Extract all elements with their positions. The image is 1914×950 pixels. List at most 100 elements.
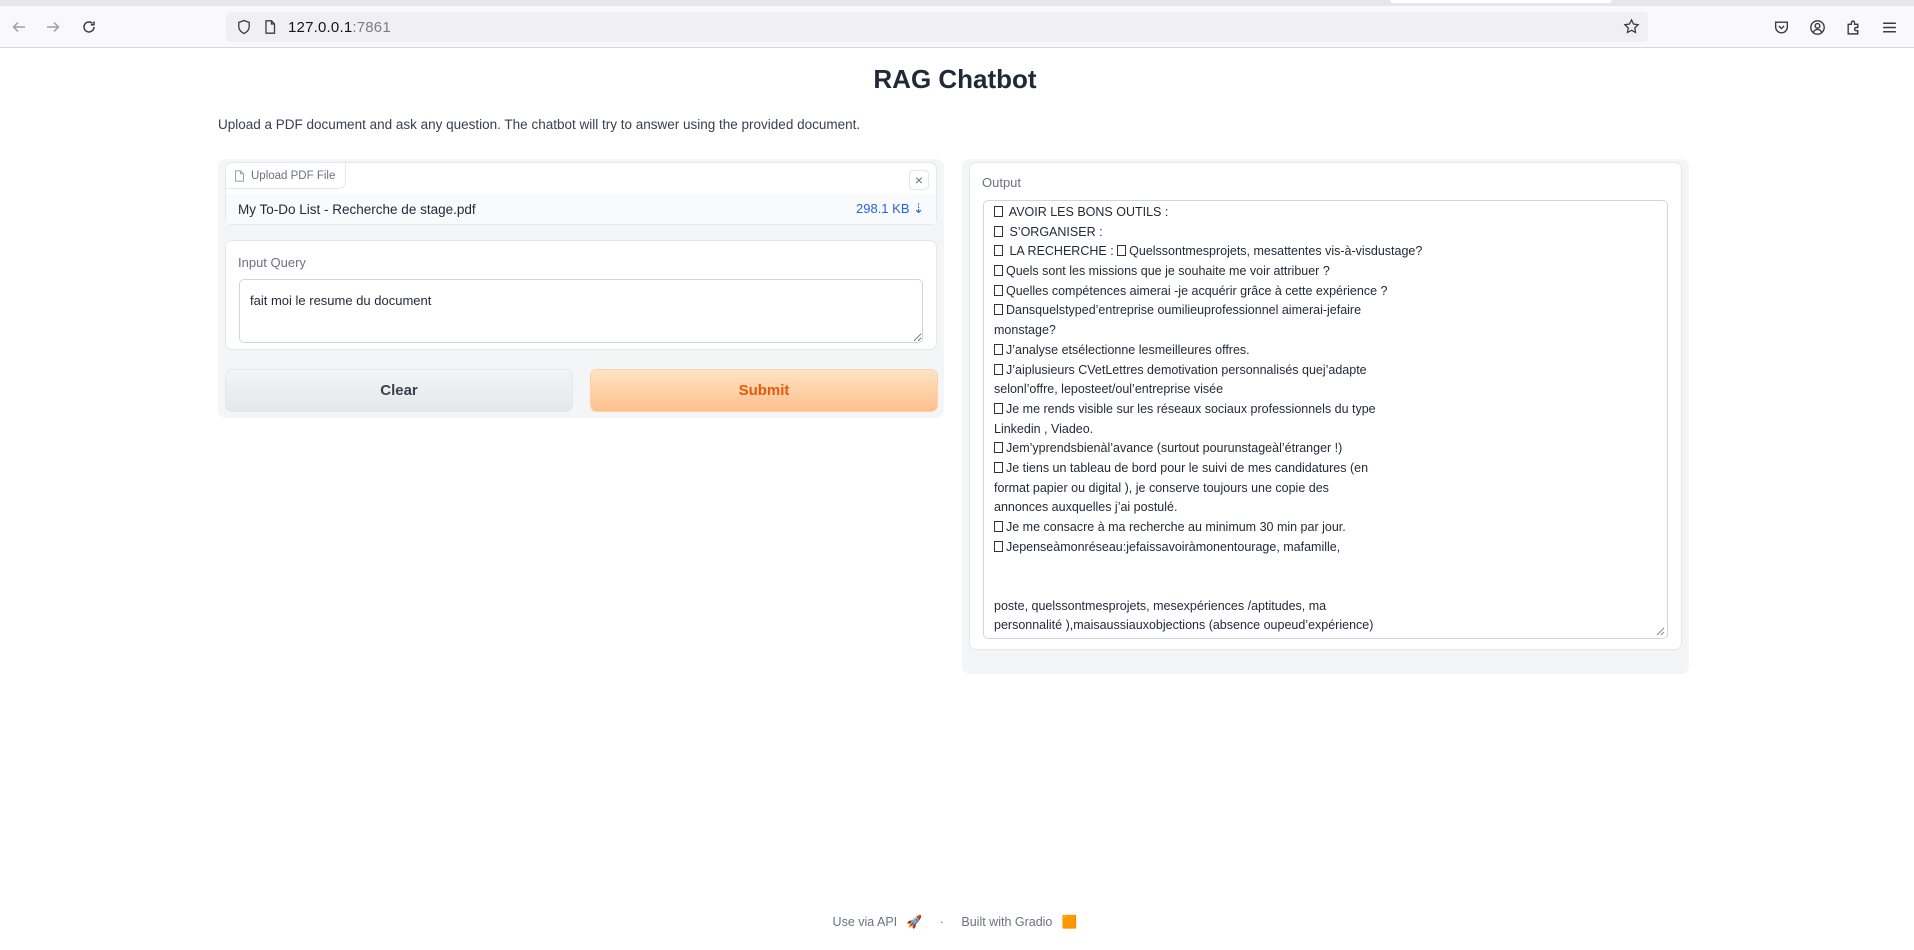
menu-hamburger-icon[interactable] xyxy=(1878,16,1900,38)
output-line: monstage? xyxy=(994,321,1657,341)
missing-glyph-icon xyxy=(994,442,1003,454)
file-download-link[interactable]: 298.1 KB ⇣ xyxy=(856,201,924,217)
output-line: Jem’yprendsbienàl’avance (surtout pourun… xyxy=(994,439,1657,459)
query-input[interactable] xyxy=(239,279,923,343)
missing-glyph-icon xyxy=(994,540,1003,552)
footer-separator: · xyxy=(939,915,944,929)
output-line: Sipossible, jesimule unentretien avecune… xyxy=(994,636,1657,639)
upload-label-text: Upload PDF File xyxy=(251,169,336,182)
account-icon[interactable] xyxy=(1806,16,1828,38)
pocket-icon[interactable] xyxy=(1770,16,1792,38)
pdf-upload-component[interactable]: Upload PDF File × My To-Do List - Recher… xyxy=(225,162,937,225)
output-line: format papier ou digital ), je conserve … xyxy=(994,479,1657,499)
output-line-text: J’analyse etsélectionne lesmeilleures of… xyxy=(1006,342,1250,357)
output-line-text: AVOIR LES BONS OUTILS : xyxy=(1006,205,1169,219)
missing-glyph-icon xyxy=(994,304,1003,316)
active-tab-edge[interactable] xyxy=(1390,0,1612,3)
resize-grip-icon[interactable] xyxy=(1656,627,1665,636)
missing-glyph-icon xyxy=(994,363,1003,375)
submit-button[interactable]: Submit xyxy=(590,369,938,412)
output-line-text: format papier ou digital ), je conserve … xyxy=(994,480,1329,495)
output-line-text: Jepenseàmonréseau:jefaissavoiràmonentour… xyxy=(1006,539,1341,554)
output-line-text: monstage? xyxy=(994,323,1056,338)
output-line: S’ORGANISER : xyxy=(994,223,1657,243)
output-line: LA RECHERCHE : Quelssontmesprojets, mesa… xyxy=(994,242,1657,262)
output-column: Output AVOIR LES BONS OUTILS : S’ORGANIS… xyxy=(962,159,1689,674)
output-textarea[interactable]: AVOIR LES BONS OUTILS : S’ORGANISER : LA… xyxy=(983,200,1668,639)
missing-glyph-icon xyxy=(994,265,1003,277)
missing-glyph-icon xyxy=(994,461,1003,473)
output-line: Je me rends visible sur les réseaux soci… xyxy=(994,400,1657,420)
tracking-shield-icon[interactable] xyxy=(236,19,252,35)
output-line: AVOIR LES BONS OUTILS : xyxy=(994,203,1657,223)
page-title: RAG Chatbot xyxy=(873,64,1037,94)
missing-glyph-icon xyxy=(994,521,1003,532)
output-line-text: S’ORGANISER : xyxy=(1006,224,1103,239)
output-line-text: Dansquelstyped’entreprise oumilieuprofes… xyxy=(1006,303,1362,318)
output-line-text: Sipossible, jesimule unentretien avecune… xyxy=(994,638,1314,639)
gradio-logo-icon: 🟧 xyxy=(1061,915,1078,929)
output-line: Jepenseàmonréseau:jefaissavoiràmonentour… xyxy=(994,538,1657,558)
output-line-text: selonl’offre, leposteet/oul’entreprise v… xyxy=(994,382,1224,397)
url-text[interactable]: 127.0.0.1:7861 xyxy=(288,19,391,36)
output-line: Je me consacre à ma recherche au minimum… xyxy=(994,518,1657,538)
page-description: Upload a PDF document and ask any questi… xyxy=(218,117,861,132)
output-line-text: J’aiplusieurs CVetLettres demotivation p… xyxy=(1006,362,1367,377)
missing-glyph-icon xyxy=(994,245,1003,257)
output-line-text: LA RECHERCHE : xyxy=(1006,244,1118,259)
input-column: Upload PDF File × My To-Do List - Recher… xyxy=(218,159,944,418)
output-line: personnalité ),maisaussiauxobjections (a… xyxy=(994,616,1657,636)
address-bar[interactable]: 127.0.0.1:7861 xyxy=(226,12,1648,42)
output-line: Quels sont les missions que je souhaite … xyxy=(994,262,1657,282)
clear-button[interactable]: Clear xyxy=(225,369,573,412)
browser-toolbar: 127.0.0.1:7861 xyxy=(0,6,1914,48)
footer: Use via API 🚀 · Built with Gradio 🟧 xyxy=(0,915,1910,930)
upload-label: Upload PDF File xyxy=(226,163,347,189)
output-line: Linkedin , Viadeo. xyxy=(994,420,1657,440)
missing-glyph-icon xyxy=(1117,245,1127,257)
file-icon xyxy=(235,169,244,182)
output-line-text: Jem’yprendsbienàl’avance (surtout pourun… xyxy=(1006,441,1343,456)
remove-file-button[interactable]: × xyxy=(909,170,929,190)
output-line: Quelles compétences aimerai -je acquérir… xyxy=(994,282,1657,302)
bookmark-star-icon[interactable] xyxy=(1623,18,1640,35)
output-line: J’analyse etsélectionne lesmeilleures of… xyxy=(994,341,1657,361)
output-label: Output xyxy=(982,175,1022,190)
uploaded-file-row: My To-Do List - Recherche de stage.pdf 2… xyxy=(226,194,936,224)
output-line-text: Linkedin , Viadeo. xyxy=(994,421,1094,436)
back-arrow-icon[interactable] xyxy=(8,16,30,38)
built-with-gradio-link[interactable]: Built with Gradio 🟧 xyxy=(958,915,1080,929)
output-line-text: Je tiens un tableau de bord pour le suiv… xyxy=(1006,460,1369,475)
page-info-icon[interactable] xyxy=(262,19,278,35)
output-line: poste, quelssontmesprojets, mesexpérienc… xyxy=(994,597,1657,617)
rocket-icon: 🚀 xyxy=(906,915,923,929)
output-line: annonces auxquelles j’ai postulé. xyxy=(994,498,1657,518)
extensions-icon[interactable] xyxy=(1842,16,1864,38)
query-label: Input Query xyxy=(238,255,306,270)
missing-glyph-icon xyxy=(994,402,1003,414)
output-line-text: Je me consacre à ma recherche au minimum… xyxy=(1006,520,1346,534)
output-component: Output AVOIR LES BONS OUTILS : S’ORGANIS… xyxy=(969,162,1682,650)
query-component: Input Query xyxy=(225,240,937,350)
forward-arrow-icon[interactable] xyxy=(42,16,64,38)
use-via-api-link[interactable]: Use via API 🚀 xyxy=(830,915,926,929)
output-line-text: poste, quelssontmesprojets, mesexpérienc… xyxy=(994,598,1327,613)
reload-icon[interactable] xyxy=(78,16,100,38)
missing-glyph-icon xyxy=(994,225,1003,237)
output-line: Dansquelstyped’entreprise oumilieuprofes… xyxy=(994,301,1657,321)
output-line-text: Quels sont les missions que je souhaite … xyxy=(1006,264,1330,279)
output-line-text: Je me rends visible sur les réseaux soci… xyxy=(1006,401,1376,416)
output-line-text: personnalité ),maisaussiauxobjections (a… xyxy=(994,618,1374,633)
output-line-text: annonces auxquelles j’ai postulé. xyxy=(994,500,1178,515)
uploaded-file-name: My To-Do List - Recherche de stage.pdf xyxy=(238,201,476,217)
missing-glyph-icon xyxy=(994,284,1003,296)
output-line-text: Quelssontmesprojets, mesattentes vis-à-v… xyxy=(1129,244,1423,259)
output-line: Je tiens un tableau de bord pour le suiv… xyxy=(994,459,1657,479)
missing-glyph-icon xyxy=(994,206,1003,217)
missing-glyph-icon xyxy=(994,343,1003,355)
output-line: J’aiplusieurs CVetLettres demotivation p… xyxy=(994,361,1657,381)
output-line-text: Quelles compétences aimerai -je acquérir… xyxy=(1006,283,1388,298)
output-line: selonl’offre, leposteet/oul’entreprise v… xyxy=(994,380,1657,400)
